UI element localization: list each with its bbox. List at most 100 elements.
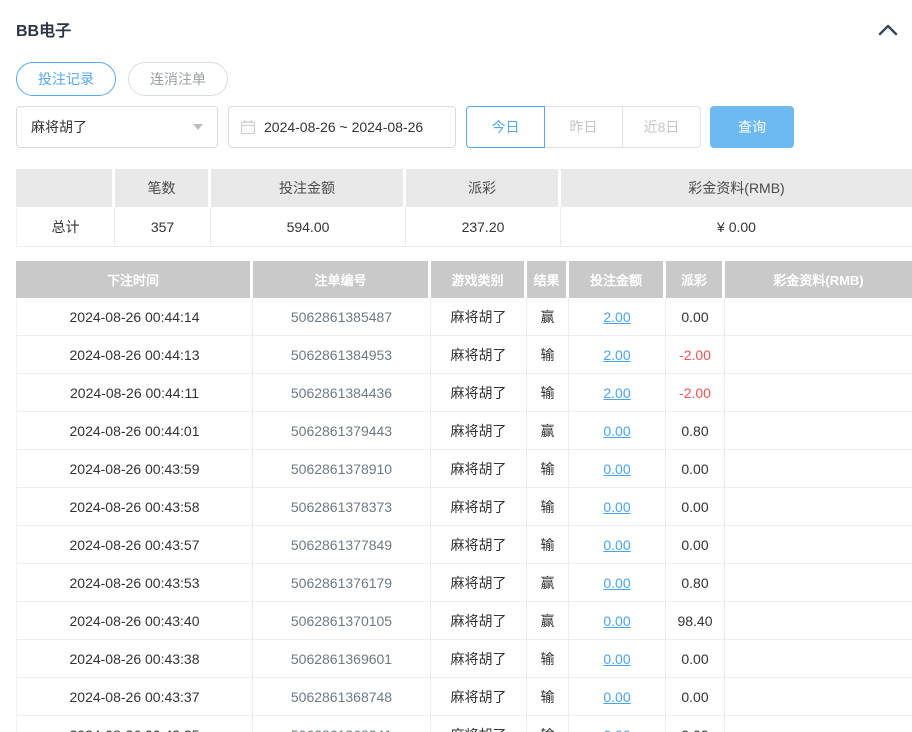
- bet-amount-link[interactable]: 2.00: [603, 309, 630, 325]
- bet-amount-cell: 0.00: [569, 488, 666, 526]
- bet-amount-cell: 2.00: [569, 298, 666, 336]
- table-row: 2024-08-26 00:43:595062861378910麻将胡了输0.0…: [16, 450, 912, 488]
- summary-table: 笔数 投注金额 派彩 彩金资料(RMB) 总计 357 594.00 237.2…: [16, 169, 912, 247]
- game-type-cell: 麻将胡了: [431, 678, 527, 716]
- bet-amount-cell: 0.00: [569, 716, 666, 732]
- table-row: 2024-08-26 00:44:135062861384953麻将胡了输2.0…: [16, 336, 912, 374]
- tab-bar: 投注记录 连消注单: [16, 62, 912, 96]
- summary-header-row: 笔数 投注金额 派彩 彩金资料(RMB): [16, 169, 912, 207]
- payout-cell: 0.00: [666, 640, 725, 678]
- search-button[interactable]: 查询: [710, 106, 794, 148]
- bet-time-cell: 2024-08-26 00:43:58: [16, 488, 253, 526]
- game-type-cell: 麻将胡了: [431, 336, 527, 374]
- calendar-icon: [240, 119, 256, 135]
- table-row: 2024-08-26 00:43:535062861376179麻将胡了赢0.0…: [16, 564, 912, 602]
- bet-amount-cell: 2.00: [569, 374, 666, 412]
- order-number-cell: 5062861368748: [253, 678, 431, 716]
- order-number-cell: 5062861377849: [253, 526, 431, 564]
- bet-amount-cell: 2.00: [569, 336, 666, 374]
- result-cell: 赢: [527, 564, 569, 602]
- bonus-cell: [725, 488, 912, 526]
- summary-header-count: 笔数: [115, 169, 211, 207]
- summary-header-payout: 派彩: [406, 169, 561, 207]
- quick-range-last8days[interactable]: 近8日: [622, 106, 701, 148]
- bet-amount-link[interactable]: 0.00: [603, 461, 630, 477]
- records-table-body: 2024-08-26 00:44:145062861385487麻将胡了赢2.0…: [16, 298, 912, 732]
- bet-amount-link[interactable]: 0.00: [603, 575, 630, 591]
- quick-range-today[interactable]: 今日: [466, 106, 545, 148]
- table-row: 2024-08-26 00:44:145062861385487麻将胡了赢2.0…: [16, 298, 912, 336]
- result-cell: 输: [527, 678, 569, 716]
- date-range-input[interactable]: 2024-08-26 ~ 2024-08-26: [228, 106, 456, 148]
- payout-cell: 0.00: [666, 716, 725, 732]
- bet-amount-link[interactable]: 2.00: [603, 385, 630, 401]
- tab-label: 连消注单: [150, 69, 206, 89]
- table-row: 2024-08-26 00:43:375062861368748麻将胡了输 0.0…: [16, 678, 912, 716]
- caret-down-icon: [193, 124, 203, 130]
- bet-time-cell: 2024-08-26 00:43:37: [16, 678, 253, 716]
- bet-time-cell: 2024-08-26 00:44:13: [16, 336, 253, 374]
- table-row: 2024-08-26 00:43:405062861370105麻将胡了赢0.0…: [16, 602, 912, 640]
- bet-records-panel: BB电子 投注记录 连消注单 麻将胡了 2024-08-26 ~ 202: [0, 0, 912, 732]
- bonus-cell: [725, 298, 912, 336]
- bonus-cell: [725, 412, 912, 450]
- header-bet-amount: 投注金额: [569, 261, 666, 298]
- result-cell: 输: [527, 716, 569, 732]
- bet-amount-link[interactable]: 2.00: [603, 347, 630, 363]
- game-type-cell: 麻将胡了: [431, 602, 527, 640]
- bonus-cell: [725, 564, 912, 602]
- table-row: 2024-08-26 00:43:355062861368241麻将胡了输0.0…: [16, 716, 912, 732]
- table-row: 2024-08-26 00:44:015062861379443麻将胡了赢0.0…: [16, 412, 912, 450]
- payout-cell: 98.40: [666, 602, 725, 640]
- payout-cell: 0.00: [666, 526, 725, 564]
- tab-bet-records[interactable]: 投注记录: [16, 62, 116, 96]
- bonus-cell: [725, 450, 912, 488]
- bet-amount-cell: 0.00: [569, 602, 666, 640]
- quick-range-yesterday[interactable]: 昨日: [544, 106, 623, 148]
- table-row: 2024-08-26 00:43:575062861377849麻将胡了输0.0…: [16, 526, 912, 564]
- summary-total-bonus: ¥ 0.00: [561, 207, 912, 247]
- collapse-button[interactable]: [878, 23, 898, 36]
- game-select-value: 麻将胡了: [31, 117, 87, 137]
- bet-amount-cell: 0.00: [569, 526, 666, 564]
- bet-amount-link[interactable]: 0.00: [603, 499, 630, 515]
- payout-cell: 0.80: [666, 564, 725, 602]
- payout-cell: 0.80: [666, 412, 725, 450]
- game-select[interactable]: 麻将胡了: [16, 106, 218, 148]
- result-cell: 输: [527, 640, 569, 678]
- bet-time-cell: 2024-08-26 00:44:11: [16, 374, 253, 412]
- records-table: 下注时间 注单编号 游戏类别 结果 投注金额 派彩 彩金资料(RMB) 2024…: [16, 261, 912, 732]
- bonus-cell: [725, 640, 912, 678]
- filter-bar: 麻将胡了 2024-08-26 ~ 2024-08-26 今日 昨日 近8日 查…: [16, 106, 912, 148]
- bet-amount-link[interactable]: 0.00: [603, 689, 630, 705]
- payout-cell: -2.00: [666, 374, 725, 412]
- header-bonus: 彩金资料(RMB): [725, 261, 912, 298]
- payout-cell: 0.00: [666, 450, 725, 488]
- records-header-row: 下注时间 注单编号 游戏类别 结果 投注金额 派彩 彩金资料(RMB): [16, 261, 912, 298]
- bet-amount-cell: 0.00: [569, 640, 666, 678]
- tab-cancelled-orders[interactable]: 连消注单: [128, 62, 228, 96]
- bet-amount-cell: 0.00: [569, 412, 666, 450]
- bet-amount-cell: 0.00: [569, 678, 666, 716]
- quick-range-group: 今日 昨日 近8日: [466, 106, 701, 148]
- result-cell: 输: [527, 526, 569, 564]
- header-bet-time: 下注时间: [16, 261, 253, 298]
- bet-time-cell: 2024-08-26 00:43:59: [16, 450, 253, 488]
- game-type-cell: 麻将胡了: [431, 526, 527, 564]
- order-number-cell: 5062861385487: [253, 298, 431, 336]
- order-number-cell: 5062861368241: [253, 716, 431, 732]
- bet-time-cell: 2024-08-26 00:43:38: [16, 640, 253, 678]
- game-type-cell: 麻将胡了: [431, 412, 527, 450]
- bet-amount-link[interactable]: 0.00: [603, 651, 630, 667]
- chevron-up-icon: [878, 23, 898, 36]
- game-type-cell: 麻将胡了: [431, 640, 527, 678]
- bet-amount-link[interactable]: 0.00: [603, 727, 630, 732]
- payout-cell: 0.00: [666, 488, 725, 526]
- header-game-type: 游戏类别: [431, 261, 527, 298]
- bet-amount-cell: 0.00: [569, 450, 666, 488]
- bet-amount-link[interactable]: 0.00: [603, 537, 630, 553]
- summary-header-blank: [16, 169, 115, 207]
- bet-amount-link[interactable]: 0.00: [603, 423, 630, 439]
- summary-total-label: 总计: [16, 207, 115, 247]
- bet-amount-link[interactable]: 0.00: [603, 613, 630, 629]
